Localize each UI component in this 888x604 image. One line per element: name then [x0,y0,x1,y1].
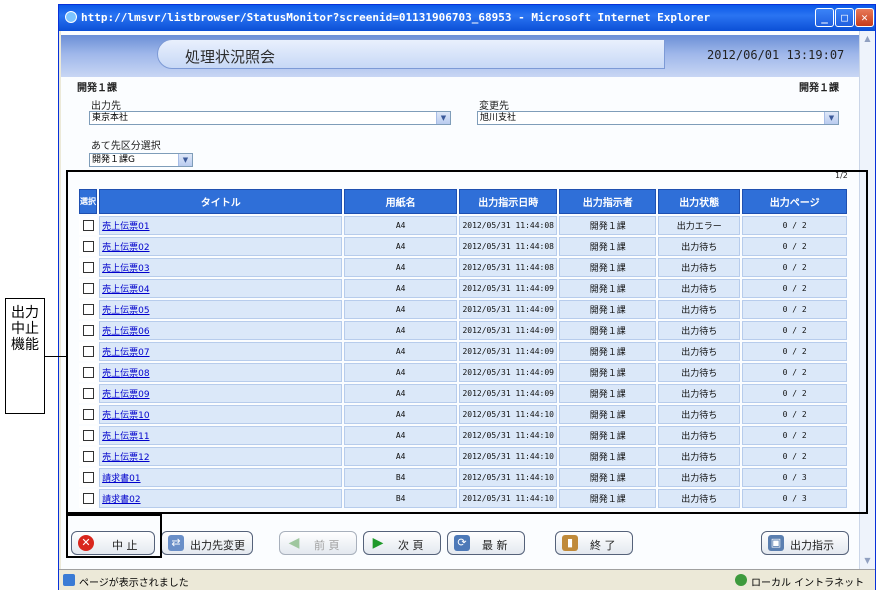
dest-category-value: 開発１課G [92,155,135,165]
dept-label-right: 開発１課 [799,83,839,94]
callout-connector [45,356,66,357]
next-page-button[interactable]: ▶ 次 頁 [363,531,441,555]
arrow-right-icon: ▶ [372,535,384,551]
callout-box: 出力中止機能 [5,298,45,414]
exit-button-label: 終 了 [590,539,616,552]
dept-label-left: 開発１課 [77,83,117,94]
zone-label: ローカル イントラネット [751,578,865,589]
chevron-down-icon: ▼ [824,112,838,124]
output-instruction-button-label: 出力指示 [790,539,834,552]
people-swap-icon: ⇄ [168,535,184,551]
change-dest-select[interactable]: 旭川支社 ▼ [477,111,839,125]
ie-logo-icon [65,11,77,23]
chevron-down-icon: ▼ [436,112,450,124]
change-dest-button[interactable]: ⇄ 出力先変更 [161,531,253,555]
next-page-button-label: 次 頁 [398,539,424,552]
door-exit-icon: ▮ [562,535,578,551]
close-window-button[interactable]: ✕ [855,8,874,27]
maximize-button[interactable]: □ [835,8,854,27]
callout-text: 出力中止機能 [11,305,39,353]
prev-page-button[interactable]: ◀ 前 頁 [279,531,357,555]
intranet-zone-icon [735,574,747,586]
prev-page-button-label: 前 頁 [314,539,340,552]
page-datetime: 2012/06/01 13:19:07 [707,48,845,62]
change-dest-label: 変更先 [479,101,509,112]
monitor-refresh-icon: ⟳ [454,535,470,551]
change-dest-value: 旭川支社 [480,113,517,123]
page-title: 処理状況照会 [185,48,276,66]
refresh-button-label: 最 新 [482,539,508,552]
dest-category-label: あて先区分選択 [91,141,161,152]
output-instruction-button[interactable]: ▣ 出力指示 [761,531,849,555]
dest-category-select[interactable]: 開発１課G ▼ [89,153,193,167]
table-highlight-box [66,170,868,514]
output-dest-label: 出力先 [91,101,121,112]
minimize-button[interactable]: _ [815,8,834,27]
status-bar: ページが表示されました ローカル イントラネット [59,569,875,590]
output-dest-select[interactable]: 東京本社 ▼ [89,111,451,125]
status-message: ページが表示されました [79,578,189,589]
change-dest-button-label: 出力先変更 [190,539,245,552]
output-dest-value: 東京本社 [92,113,129,123]
chevron-down-icon: ▼ [178,154,192,166]
exit-button[interactable]: ▮ 終 了 [555,531,633,555]
page-loaded-icon [63,574,75,586]
stop-button-highlight-box [66,514,162,558]
scroll-up-icon[interactable]: ▲ [860,31,875,47]
refresh-button[interactable]: ⟳ 最 新 [447,531,525,555]
arrow-left-icon: ◀ [288,535,300,551]
window-titlebar: http://lmsvr/listbrowser/StatusMonitor?s… [59,5,875,31]
window-title: http://lmsvr/listbrowser/StatusMonitor?s… [81,11,711,24]
monitor-print-icon: ▣ [768,535,784,551]
scroll-down-icon[interactable]: ▼ [860,553,875,569]
